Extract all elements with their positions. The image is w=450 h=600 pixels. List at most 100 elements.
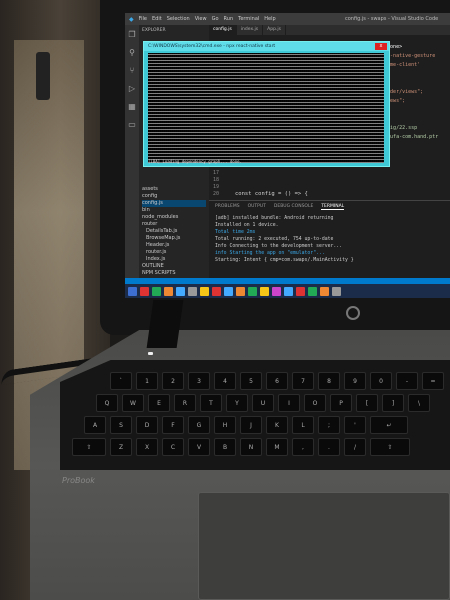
- npm-scripts-section[interactable]: NPM SCRIPTS: [142, 270, 206, 277]
- key[interactable]: \: [408, 394, 430, 412]
- key[interactable]: 4: [214, 372, 236, 390]
- menu-terminal[interactable]: Terminal: [238, 16, 259, 22]
- tree-item[interactable]: BrowseMap.js: [142, 235, 206, 242]
- key[interactable]: 2: [162, 372, 184, 390]
- run-debug-icon[interactable]: ▷: [128, 85, 136, 93]
- taskbar-app-icon[interactable]: [320, 286, 329, 296]
- search-icon[interactable]: ⚲: [128, 49, 136, 57]
- key[interactable]: G: [188, 416, 210, 434]
- tree-item[interactable]: node_modules: [142, 214, 206, 221]
- key[interactable]: `: [110, 372, 132, 390]
- key[interactable]: N: [240, 438, 262, 456]
- key[interactable]: ⇧: [72, 438, 106, 456]
- key[interactable]: L: [292, 416, 314, 434]
- taskbar-app-icon[interactable]: [308, 286, 317, 296]
- key[interactable]: Y: [226, 394, 248, 412]
- key[interactable]: [: [356, 394, 378, 412]
- menu-view[interactable]: View: [195, 16, 207, 22]
- files-icon[interactable]: ❐: [128, 31, 136, 39]
- key[interactable]: /: [344, 438, 366, 456]
- key[interactable]: K: [266, 416, 288, 434]
- taskbar-app-icon[interactable]: [176, 286, 185, 296]
- key[interactable]: ]: [382, 394, 404, 412]
- key[interactable]: S: [110, 416, 132, 434]
- key[interactable]: W: [122, 394, 144, 412]
- menu-selection[interactable]: Selection: [167, 16, 190, 22]
- taskbar-app-icon[interactable]: [188, 286, 197, 296]
- outline-section[interactable]: OUTLINE: [142, 263, 206, 270]
- key[interactable]: =: [422, 372, 444, 390]
- key[interactable]: .: [318, 438, 340, 456]
- remote-icon[interactable]: ▭: [128, 121, 136, 129]
- tree-item[interactable]: router: [142, 221, 206, 228]
- source-control-icon[interactable]: ⑂: [128, 67, 136, 75]
- taskbar-app-icon[interactable]: [296, 286, 305, 296]
- tab-config[interactable]: config.js: [209, 25, 237, 35]
- key[interactable]: R: [174, 394, 196, 412]
- taskbar-app-icon[interactable]: [284, 286, 293, 296]
- key[interactable]: ,: [292, 438, 314, 456]
- tree-item[interactable]: assets: [142, 186, 206, 193]
- key[interactable]: 8: [318, 372, 340, 390]
- key[interactable]: I: [278, 394, 300, 412]
- taskbar-app-icon[interactable]: [212, 286, 221, 296]
- terminal-output[interactable]: [adb] installed bundle: Android returnin…: [209, 213, 450, 266]
- cmd-window[interactable]: C:\WINDOWS\system32\cmd.exe - npx react-…: [143, 41, 390, 167]
- key[interactable]: X: [136, 438, 158, 456]
- extensions-icon[interactable]: ▦: [128, 103, 136, 111]
- key[interactable]: M: [266, 438, 288, 456]
- key[interactable]: 9: [344, 372, 366, 390]
- tab-app[interactable]: App.js: [263, 25, 286, 35]
- key[interactable]: J: [240, 416, 262, 434]
- taskbar-app-icon[interactable]: [164, 286, 173, 296]
- key[interactable]: F: [162, 416, 184, 434]
- key[interactable]: E: [148, 394, 170, 412]
- taskbar-app-icon[interactable]: [272, 286, 281, 296]
- tree-item[interactable]: Index.js: [142, 256, 206, 263]
- taskbar-app-icon[interactable]: [248, 286, 257, 296]
- menu-go[interactable]: Go: [212, 16, 219, 22]
- tree-item[interactable]: bin: [142, 207, 206, 214]
- tab-terminal[interactable]: TERMINAL: [321, 204, 345, 210]
- key[interactable]: H: [214, 416, 236, 434]
- tab-problems[interactable]: PROBLEMS: [215, 204, 240, 210]
- key[interactable]: Z: [110, 438, 132, 456]
- key[interactable]: O: [304, 394, 326, 412]
- close-button[interactable]: x: [375, 43, 387, 50]
- key[interactable]: V: [188, 438, 210, 456]
- key[interactable]: ↵: [370, 416, 408, 434]
- key[interactable]: A: [84, 416, 106, 434]
- key[interactable]: 5: [240, 372, 262, 390]
- menu-help[interactable]: Help: [264, 16, 275, 22]
- menu-run[interactable]: Run: [224, 16, 234, 22]
- key[interactable]: ;: [318, 416, 340, 434]
- tab-debug-console[interactable]: DEBUG CONSOLE: [274, 204, 313, 210]
- taskbar-app-icon[interactable]: [140, 286, 149, 296]
- tab-index[interactable]: index.js: [237, 25, 264, 35]
- taskbar-app-icon[interactable]: [236, 286, 245, 296]
- key[interactable]: 6: [266, 372, 288, 390]
- key[interactable]: Q: [96, 394, 118, 412]
- tree-item[interactable]: Header.js: [142, 242, 206, 249]
- key[interactable]: C: [162, 438, 184, 456]
- key[interactable]: 7: [292, 372, 314, 390]
- key[interactable]: ': [344, 416, 366, 434]
- tree-item-selected[interactable]: config.js: [142, 200, 206, 207]
- key[interactable]: 1: [136, 372, 158, 390]
- cmd-output[interactable]: [148, 53, 384, 163]
- tree-item[interactable]: DetailsTab.js: [142, 228, 206, 235]
- tab-output[interactable]: OUTPUT: [248, 204, 266, 210]
- taskbar-app-icon[interactable]: [332, 286, 341, 296]
- menu-edit[interactable]: Edit: [152, 16, 162, 22]
- cmd-window-title[interactable]: C:\WINDOWS\system32\cmd.exe - npx react-…: [144, 42, 389, 51]
- key[interactable]: ⇧: [370, 438, 410, 456]
- tree-item[interactable]: router.js: [142, 249, 206, 256]
- key[interactable]: 0: [370, 372, 392, 390]
- taskbar-app-icon[interactable]: [260, 286, 269, 296]
- taskbar-app-icon[interactable]: [200, 286, 209, 296]
- key[interactable]: P: [330, 394, 352, 412]
- touchpad[interactable]: [198, 492, 450, 600]
- key[interactable]: T: [200, 394, 222, 412]
- key[interactable]: D: [136, 416, 158, 434]
- tree-item[interactable]: config: [142, 193, 206, 200]
